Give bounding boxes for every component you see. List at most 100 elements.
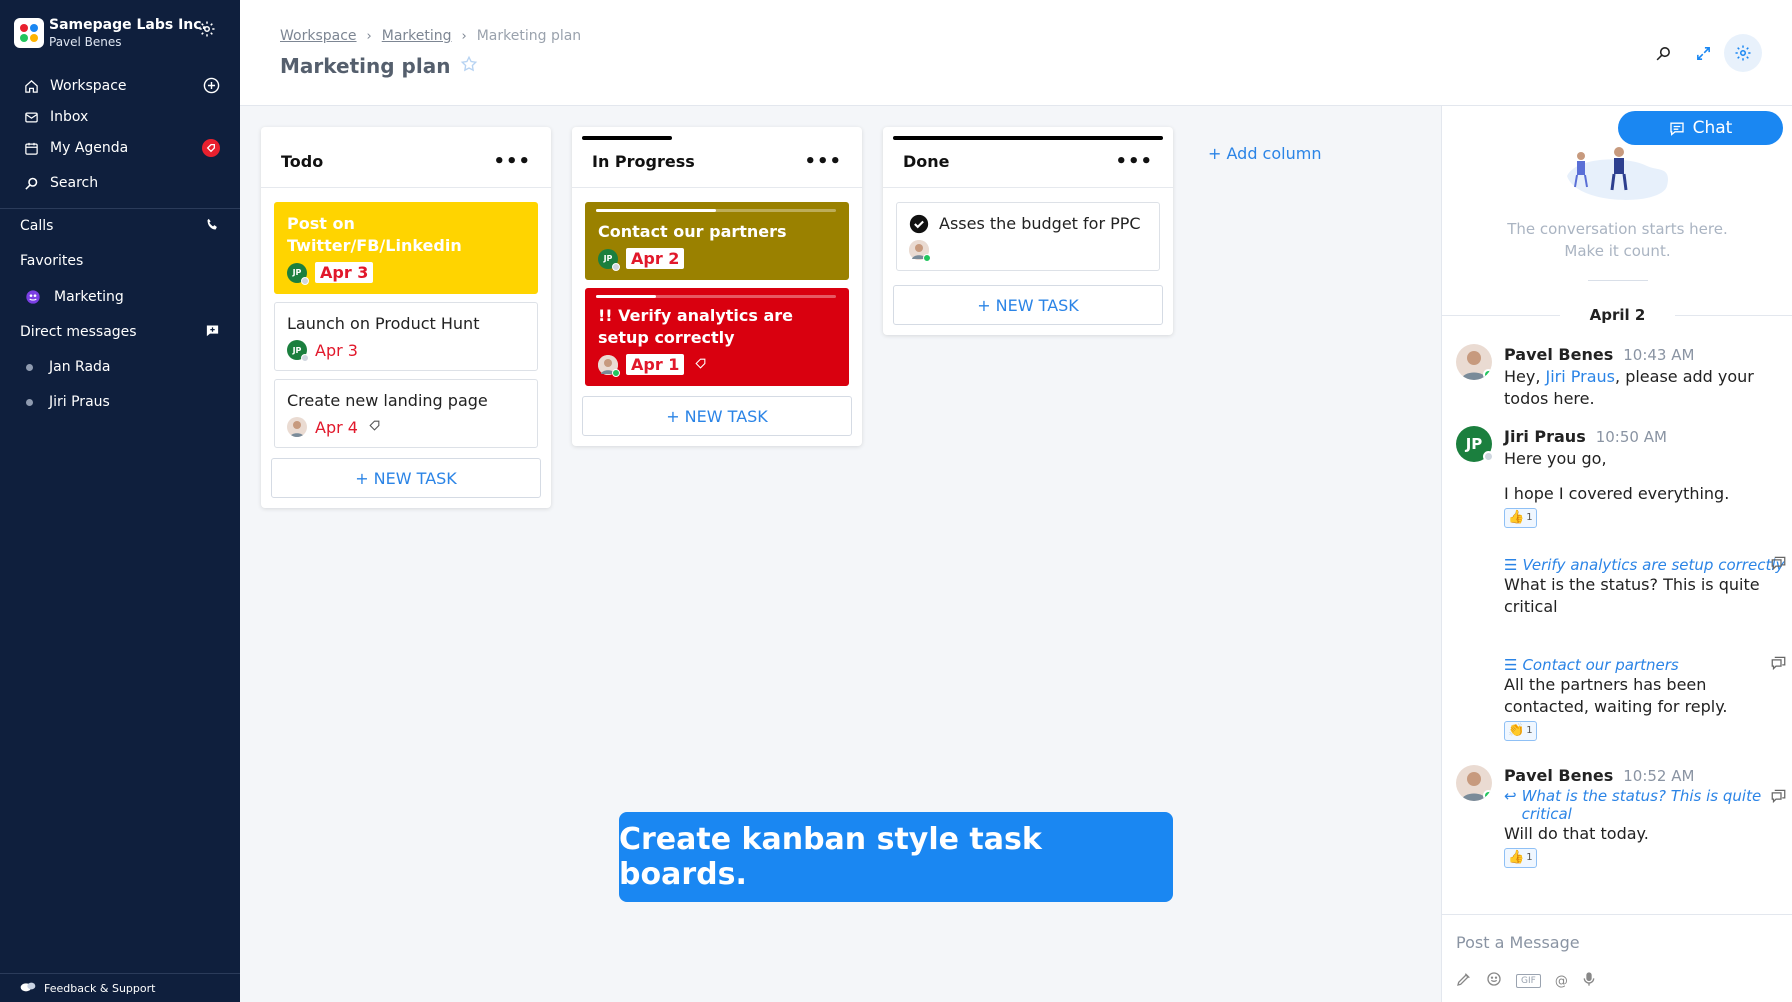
reply-reference-text: What is the status? This is quite critic… xyxy=(1521,787,1762,823)
feedback-link[interactable]: Feedback & Support xyxy=(0,973,240,1002)
dm-item-jan-rada[interactable]: Jan Rada xyxy=(0,352,240,382)
breadcrumb: Workspace › Marketing › Marketing plan xyxy=(280,28,581,44)
phone-icon[interactable] xyxy=(205,217,220,236)
group-icon xyxy=(24,289,42,305)
reaction-badge[interactable]: 👍 1 xyxy=(1504,508,1537,528)
conversation-start-line: Make it count. xyxy=(1564,242,1671,260)
reaction-badge[interactable]: 👍 1 xyxy=(1504,848,1537,868)
avatar xyxy=(1456,765,1492,801)
reaction-count: 1 xyxy=(1526,852,1533,863)
reply-icon: ↩ xyxy=(1504,787,1517,805)
day-label: April 2 xyxy=(1589,306,1646,324)
reply-reference[interactable]: ↩ What is the status? This is quite criti… xyxy=(1504,787,1786,823)
column-accent-bar xyxy=(893,136,1163,140)
task-reference-title: Verify analytics are setup correctly xyxy=(1522,556,1785,574)
more-icon[interactable]: ••• xyxy=(1115,151,1153,172)
expand-icon[interactable] xyxy=(1684,34,1722,72)
divider xyxy=(1588,280,1648,281)
task-progress xyxy=(596,295,836,298)
tag-icon xyxy=(368,418,381,436)
clap-icon: 👏 xyxy=(1508,723,1525,738)
org-logo xyxy=(14,18,44,48)
chat-button-label: Chat xyxy=(1692,118,1733,138)
comment-icon[interactable] xyxy=(1771,789,1786,807)
conversation-start-line: The conversation starts here. xyxy=(1507,220,1728,238)
more-icon[interactable]: ••• xyxy=(804,151,842,172)
task-list-icon: ☰ xyxy=(1504,556,1518,574)
settings-gear-icon[interactable] xyxy=(1724,34,1762,72)
message-text: Here you go, xyxy=(1504,449,1607,468)
more-icon[interactable]: ••• xyxy=(493,151,531,172)
task-card[interactable]: Create new landing page Apr 4 xyxy=(274,379,538,448)
task-list-icon: ☰ xyxy=(1504,656,1518,674)
new-task-button[interactable]: + NEW TASK xyxy=(582,396,852,436)
chat-message: JP Jiri Praus 10:50 AM Here you go, I hop… xyxy=(1456,426,1786,528)
message-text: Will do that today. xyxy=(1504,824,1649,843)
task-card[interactable]: Asses the budget for PPC xyxy=(896,202,1160,271)
star-icon[interactable] xyxy=(460,54,478,78)
attach-icon[interactable] xyxy=(1456,971,1472,991)
breadcrumb-workspace[interactable]: Workspace xyxy=(280,28,357,44)
message-text: Hey, Jiri Praus, please add your todos h… xyxy=(1504,366,1786,410)
message-input[interactable]: Post a Message xyxy=(1456,933,1580,952)
comment-icon[interactable] xyxy=(1771,656,1786,674)
microphone-icon[interactable] xyxy=(1582,971,1596,991)
sidebar-item-marketing[interactable]: Marketing xyxy=(0,282,240,312)
new-task-button[interactable]: + NEW TASK xyxy=(893,285,1163,325)
task-reference-title: Contact our partners xyxy=(1522,656,1679,674)
avatar-initials: JP xyxy=(1465,435,1483,453)
task-card[interactable]: Post on Twitter/FB/Linkedin JP Apr 3 xyxy=(274,202,538,294)
calendar-icon xyxy=(22,141,40,156)
message-time: 10:52 AM xyxy=(1623,767,1695,785)
task-card[interactable]: !! Verify analytics are setup correctly … xyxy=(585,288,849,386)
message-author: Pavel Benes xyxy=(1504,766,1614,785)
task-card[interactable]: Contact our partners JP Apr 2 xyxy=(585,202,849,280)
task-card[interactable]: Launch on Product Hunt JP Apr 3 xyxy=(274,302,538,371)
search-icon[interactable] xyxy=(1644,34,1682,72)
task-title: Asses the budget for PPC xyxy=(939,214,1141,233)
sidebar-item-agenda[interactable]: My Agenda xyxy=(0,133,240,163)
dm-item-jiri-praus[interactable]: Jiri Praus xyxy=(0,387,240,417)
due-date: Apr 3 xyxy=(315,262,374,283)
avatar xyxy=(1456,344,1492,380)
breadcrumb-marketing[interactable]: Marketing xyxy=(382,28,452,44)
gear-icon[interactable] xyxy=(198,20,216,42)
sidebar-item-calls[interactable]: Calls xyxy=(0,211,240,241)
home-icon xyxy=(22,79,40,94)
mention-icon[interactable]: @ xyxy=(1555,974,1568,989)
comment-icon[interactable] xyxy=(1771,556,1786,574)
sidebar-item-label: Inbox xyxy=(50,109,89,125)
conversation-start: The conversation starts here. Make it co… xyxy=(1442,218,1792,262)
add-workspace-icon[interactable] xyxy=(203,77,220,98)
reaction-badge[interactable]: 👏 1 xyxy=(1504,721,1537,741)
search-icon xyxy=(22,176,40,191)
breadcrumb-current: Marketing plan xyxy=(476,28,582,44)
gif-icon[interactable]: GIF xyxy=(1516,974,1541,988)
divider xyxy=(0,208,240,209)
avatar xyxy=(598,354,620,377)
org-switcher[interactable]: Samepage Labs Inc. Pavel Benes xyxy=(14,16,207,50)
check-circle-icon[interactable] xyxy=(909,214,929,234)
sidebar-item-search[interactable]: Search xyxy=(0,168,240,198)
column-title: Done xyxy=(903,151,950,171)
task-reference[interactable]: ☰ Verify analytics are setup correctly xyxy=(1504,556,1786,574)
message-text: I hope I covered everything. xyxy=(1504,484,1730,503)
new-message-icon[interactable] xyxy=(205,323,220,342)
inbox-icon xyxy=(22,110,40,125)
sidebar-item-workspace[interactable]: Workspace xyxy=(0,71,240,101)
board-column-in-progress: In Progress ••• Contact our partners JP … xyxy=(572,127,862,446)
task-reference[interactable]: ☰ Contact our partners xyxy=(1504,656,1786,674)
message-author: Jiri Praus xyxy=(1504,427,1586,446)
emoji-icon[interactable] xyxy=(1486,971,1502,991)
chevron-right-icon: › xyxy=(461,28,467,44)
reaction-count: 1 xyxy=(1526,725,1533,736)
column-title: In Progress xyxy=(592,151,695,171)
add-column-button[interactable]: + Add column xyxy=(1208,144,1321,163)
column-accent-bar xyxy=(582,136,672,140)
dm-label: Jan Rada xyxy=(49,359,111,375)
task-title: Post on Twitter/FB/Linkedin xyxy=(287,214,462,255)
sidebar-item-inbox[interactable]: Inbox xyxy=(0,102,240,132)
task-title: Create new landing page xyxy=(287,391,488,410)
new-task-button[interactable]: + NEW TASK xyxy=(271,458,541,498)
mention-link[interactable]: Jiri Praus xyxy=(1546,367,1616,386)
